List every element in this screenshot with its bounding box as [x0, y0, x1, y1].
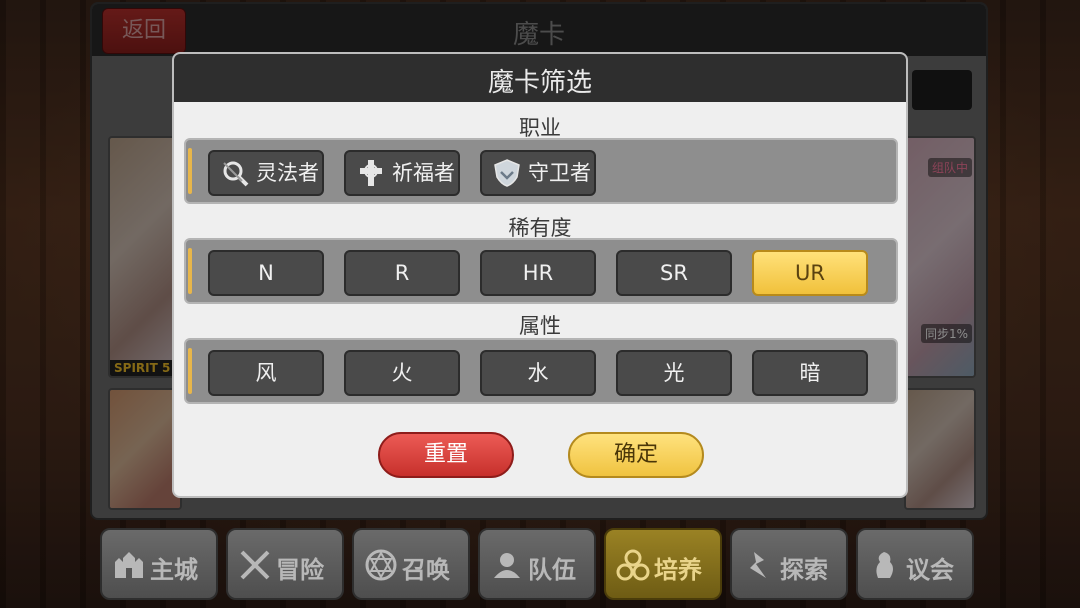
- wand-icon: [223, 161, 249, 187]
- attribute-option-fire[interactable]: 火: [344, 350, 460, 396]
- attribute-option-water[interactable]: 水: [480, 350, 596, 396]
- rarity-option-ur[interactable]: UR: [752, 250, 868, 296]
- option-label: 守卫者: [528, 161, 591, 185]
- rarity-option-n[interactable]: N: [208, 250, 324, 296]
- class-options-row: 灵法者 祈福者 守卫者: [184, 138, 898, 204]
- attribute-option-dark[interactable]: 暗: [752, 350, 868, 396]
- castle-icon: [115, 552, 143, 578]
- attribute-options-row: 风 火 水 光 暗: [184, 338, 898, 404]
- cross-icon: [360, 160, 382, 186]
- nav-label: 召唤: [402, 556, 450, 584]
- nav-label: 培养: [654, 556, 702, 584]
- nav-label: 冒险: [276, 556, 324, 584]
- council-icon: [876, 552, 893, 578]
- nav-label: 队伍: [528, 556, 576, 584]
- class-option-spellcaster[interactable]: 灵法者: [208, 150, 324, 196]
- class-option-guardian[interactable]: 守卫者: [480, 150, 596, 196]
- dialog-title: 魔卡筛选: [487, 68, 592, 98]
- row-accent: [188, 248, 192, 294]
- rarity-option-r[interactable]: R: [344, 250, 460, 296]
- explore-icon: [750, 552, 766, 578]
- crossed-swords-icon: [240, 550, 270, 580]
- nav-explore[interactable]: 探索: [730, 528, 848, 600]
- nav-label: 探索: [780, 556, 828, 584]
- option-label: 祈福者: [392, 161, 455, 185]
- cultivate-icon: [616, 549, 650, 581]
- option-label: 灵法者: [256, 161, 319, 185]
- rarity-options-row: N R HR SR UR: [184, 238, 898, 304]
- nav-adventure[interactable]: 冒险: [226, 528, 344, 600]
- bottom-nav: 主城 冒险 召唤 队伍 培养 探索 议会: [100, 528, 980, 604]
- nav-label: 议会: [906, 556, 954, 584]
- dialog-header: 魔卡筛选: [174, 54, 906, 102]
- rarity-option-hr[interactable]: HR: [480, 250, 596, 296]
- row-accent: [188, 348, 192, 394]
- class-option-blesser[interactable]: 祈福者: [344, 150, 460, 196]
- nav-main-city[interactable]: 主城: [100, 528, 218, 600]
- nav-council[interactable]: 议会: [856, 528, 974, 600]
- nav-cultivate[interactable]: 培养: [604, 528, 722, 600]
- attribute-section-title: 属性: [519, 314, 561, 338]
- attribute-option-wind[interactable]: 风: [208, 350, 324, 396]
- confirm-button[interactable]: 确定: [568, 432, 704, 478]
- team-icon: [494, 553, 520, 578]
- attribute-option-light[interactable]: 光: [616, 350, 732, 396]
- nav-team[interactable]: 队伍: [478, 528, 596, 600]
- nav-label: 主城: [150, 556, 198, 584]
- shield-icon: [494, 159, 520, 187]
- rarity-option-sr[interactable]: SR: [616, 250, 732, 296]
- row-accent: [188, 148, 192, 194]
- summon-circle-icon: [365, 549, 397, 581]
- reset-button[interactable]: 重置: [378, 432, 514, 478]
- card-filter-dialog: 魔卡筛选 职业 灵法者 祈福者 守卫者 稀有度 N R HR SR UR 属性 …: [172, 52, 908, 498]
- nav-summon[interactable]: 召唤: [352, 528, 470, 600]
